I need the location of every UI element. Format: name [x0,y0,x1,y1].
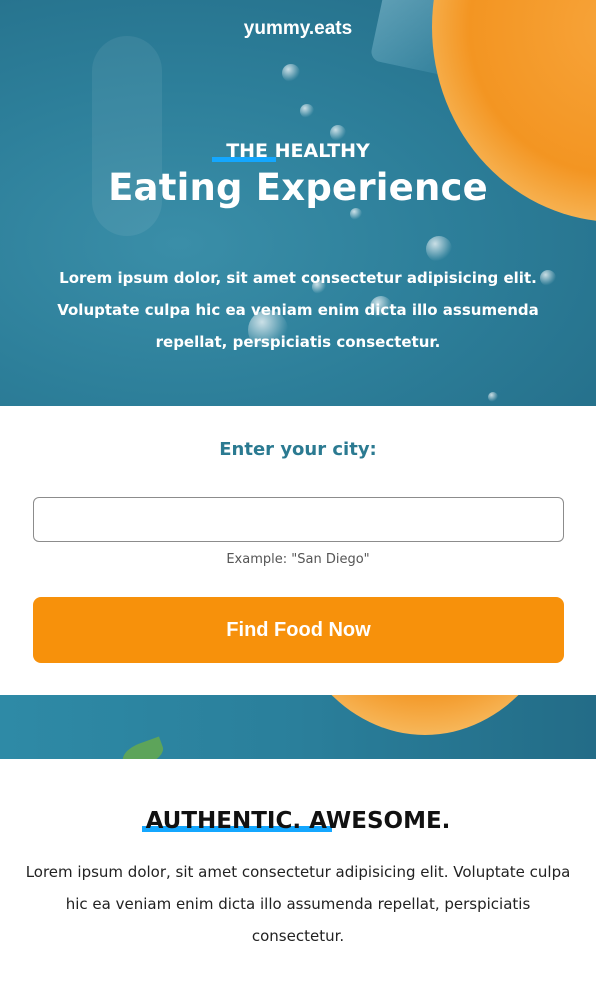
water-drop [330,125,346,141]
city-example-hint: Example: "San Diego" [226,552,370,567]
brand-logo[interactable]: yummy.eats [0,18,596,40]
find-food-button[interactable]: Find Food Now [33,597,564,663]
water-drop [488,392,498,402]
hero-title: Eating Experience [108,166,488,209]
decorative-banner [0,695,596,759]
water-drop [350,208,362,220]
water-drop [0,695,10,705]
hero-description: Lorem ipsum dolor, sit amet consectetur … [57,269,539,351]
hero-section: yummy.eats THE HEALTHY Eating Experience… [0,0,596,406]
about-description: Lorem ipsum dolor, sit amet consectetur … [25,863,571,945]
water-drop [282,64,300,82]
water-drop [300,104,314,118]
leaf-image [119,736,167,759]
hero-eyebrow: THE HEALTHY [226,140,370,162]
city-label: Enter your city: [219,439,377,460]
water-drop [426,236,452,262]
about-title: AUTHENTIC. AWESOME. [145,808,451,834]
orange-slice-image [280,695,570,735]
city-input[interactable] [33,497,564,542]
city-search-form: Enter your city: Example: "San Diego" Fi… [0,406,596,695]
